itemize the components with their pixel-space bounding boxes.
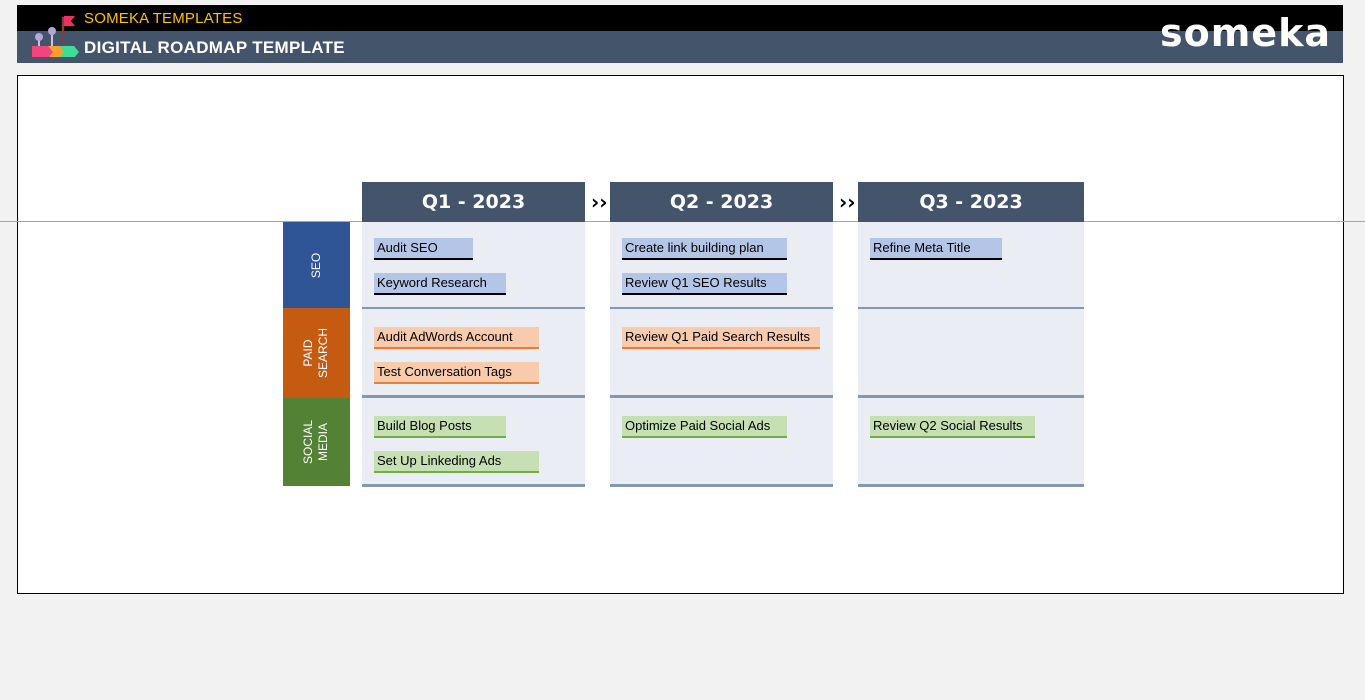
task-item[interactable]: Keyword Research (374, 273, 506, 295)
category-label: SOCIAL MEDIA (301, 419, 331, 465)
page-title: DIGITAL ROADMAP TEMPLATE (84, 38, 345, 57)
task-item[interactable]: Review Q2 Social Results (870, 416, 1035, 438)
task-item[interactable]: Review Q1 Paid Search Results (622, 327, 820, 349)
roadmap-cell-paid-q3[interactable] (858, 309, 1084, 398)
task-item[interactable]: Refine Meta Title (870, 238, 1002, 260)
task-item[interactable]: Create link building plan (622, 238, 787, 260)
quarter-header-1: Q1 - 2023 (362, 182, 585, 222)
task-item[interactable]: Audit AdWords Account (374, 327, 539, 349)
task-item[interactable]: Audit SEO (374, 238, 473, 260)
roadmap-cell-seo-q2[interactable]: Create link building plan Review Q1 SEO R… (610, 222, 833, 310)
task-item[interactable]: Build Blog Posts (374, 416, 506, 438)
roadmap-cell-seo-q3[interactable]: Refine Meta Title (858, 222, 1084, 310)
task-item[interactable]: Optimize Paid Social Ads (622, 416, 787, 438)
roadmap-logo-icon (32, 16, 79, 57)
roadmap-cell-seo-q1[interactable]: Audit SEO Keyword Research (362, 222, 585, 310)
roadmap-cell-social-q3[interactable]: Review Q2 Social Results (858, 398, 1084, 487)
app-header: SOMEKA TEMPLATES DIGITAL ROADMAP TEMPLAT… (17, 5, 1343, 63)
category-label: SEO (309, 252, 323, 278)
chevron-right-icon: ›› (591, 190, 608, 214)
chevron-right-icon: ›› (839, 190, 856, 214)
category-seo: SEO (283, 222, 350, 308)
roadmap-cell-social-q2[interactable]: Optimize Paid Social Ads (610, 398, 833, 487)
category-label: PAID SEARCH (301, 327, 331, 379)
quarter-header-2: Q2 - 2023 (610, 182, 833, 222)
someka-logo[interactable]: someka (1160, 11, 1331, 55)
category-social: SOCIAL MEDIA (283, 398, 350, 486)
quarter-header-3: Q3 - 2023 (858, 182, 1084, 222)
task-item[interactable]: Test Conversation Tags (374, 362, 539, 384)
brand-subtitle: SOMEKA TEMPLATES (84, 10, 243, 27)
category-paid: PAID SEARCH (283, 308, 350, 398)
task-item[interactable]: Set Up Linkeding Ads (374, 451, 539, 473)
task-item[interactable]: Review Q1 SEO Results (622, 273, 787, 295)
roadmap-cell-paid-q2[interactable]: Review Q1 Paid Search Results (610, 309, 833, 398)
roadmap-cell-social-q1[interactable]: Build Blog Posts Set Up Linkeding Ads (362, 398, 585, 487)
roadmap-cell-paid-q1[interactable]: Audit AdWords Account Test Conversation T… (362, 309, 585, 398)
